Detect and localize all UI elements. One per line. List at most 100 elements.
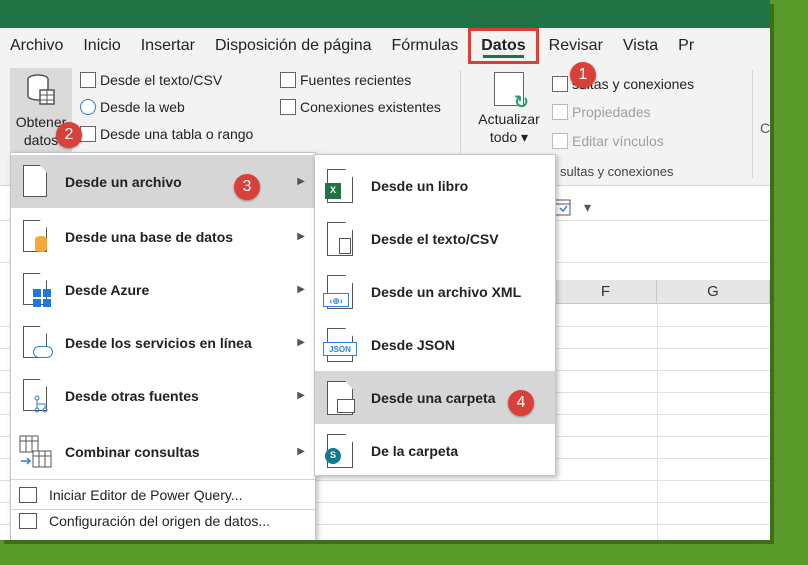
menu-from-azure[interactable]: Desde Azure ▶: [11, 263, 315, 316]
callout-badge-2: 2: [56, 122, 82, 148]
chevron-right-icon: ▶: [297, 176, 305, 187]
title-bar: [0, 0, 770, 28]
submenu-from-xml[interactable]: ‹⊕› Desde un archivo XML: [315, 265, 555, 318]
submenu-from-text-csv[interactable]: Desde el texto/CSV: [315, 212, 555, 265]
callout-badge-4: 4: [508, 390, 534, 416]
tab-datos[interactable]: Datos: [468, 28, 539, 64]
from-web-button[interactable]: Desde la web: [80, 99, 185, 115]
launch-pq-label: Iniciar Editor de Power Query...: [49, 487, 243, 503]
edit-links-label: Editar vínculos: [572, 133, 664, 149]
menu-from-database[interactable]: Desde una base de datos ▶: [11, 210, 315, 263]
existing-connections-button[interactable]: Conexiones existentes: [280, 99, 441, 115]
tab-disposicion[interactable]: Disposición de página: [205, 28, 382, 64]
menu-divider: [11, 509, 315, 510]
menu-from-online-services[interactable]: Desde los servicios en línea ▶: [11, 316, 315, 369]
power-query-icon: [19, 487, 37, 503]
menu-divider: [11, 479, 315, 480]
tab-archivo[interactable]: Archivo: [0, 28, 73, 64]
submenu-json-label: Desde JSON: [371, 336, 456, 353]
connections-icon: [280, 99, 296, 115]
submenu-xml-label: Desde un archivo XML: [371, 283, 522, 300]
lines-icon: [339, 238, 351, 254]
recent-sources-button[interactable]: Fuentes recientes: [280, 72, 411, 88]
ribbon-separator-2: [752, 70, 753, 178]
menu-from-other-sources[interactable]: Desde otras fuentes ▶: [11, 369, 315, 422]
from-text-csv-button[interactable]: Desde el texto/CSV: [80, 72, 222, 88]
combine-icon: [19, 435, 52, 468]
column-header-f[interactable]: F: [555, 280, 657, 304]
quick-access: ▾: [540, 194, 770, 220]
from-table-label: Desde una tabla o rango: [100, 126, 254, 142]
refresh-icon: [494, 72, 529, 111]
queries-icon: [552, 76, 568, 92]
excel-window: Archivo Inicio Insertar Disposición de p…: [0, 0, 770, 540]
menu-from-other-label: Desde otras fuentes: [65, 387, 199, 404]
json-icon: JSON: [323, 342, 357, 356]
menu-from-online-label: Desde los servicios en línea: [65, 334, 252, 351]
get-data-menu: Desde un archivo ▶ Desde una base de dat…: [10, 152, 316, 540]
tab-inicio[interactable]: Inicio: [73, 28, 130, 64]
existing-connections-label: Conexiones existentes: [300, 99, 441, 115]
tab-partial[interactable]: Pr: [668, 28, 704, 64]
text-file-icon: [80, 72, 96, 88]
submenu-workbook-label: Desde un libro: [371, 177, 469, 194]
from-text-csv-label: Desde el texto/CSV: [100, 72, 223, 88]
submenu-text-csv-label: Desde el texto/CSV: [371, 230, 499, 247]
submenu-from-sharepoint-folder[interactable]: S De la carpeta: [315, 424, 555, 477]
callout-badge-1: 1: [570, 62, 596, 88]
tab-formulas[interactable]: Fórmulas: [382, 28, 469, 64]
menu-from-azure-label: Desde Azure: [65, 281, 150, 298]
ribbon-tabs: Archivo Inicio Insertar Disposición de p…: [0, 28, 770, 64]
flow-icon: [34, 395, 48, 413]
edit-links-button[interactable]: Editar vínculos: [552, 133, 664, 149]
database-icon: [27, 74, 55, 105]
submenu-folder-label: Desde una carpeta: [371, 389, 496, 406]
launch-power-query-button[interactable]: Iniciar Editor de Power Query...: [11, 481, 315, 509]
from-web-label: Desde la web: [100, 99, 185, 115]
refresh-all-button[interactable]: Actualizar todo ▾: [470, 72, 548, 146]
xml-globe-icon: ‹⊕›: [323, 293, 349, 307]
chevron-right-icon: ▶: [297, 231, 305, 242]
from-file-submenu: X Desde un libro Desde el texto/CSV ‹⊕› …: [314, 154, 556, 476]
clock-doc-icon: [280, 72, 296, 88]
tab-revisar[interactable]: Revisar: [539, 28, 613, 64]
globe-icon: [80, 99, 96, 115]
menu-combine-queries[interactable]: Combinar consultas ▶: [11, 425, 315, 478]
column-header-g[interactable]: G: [657, 280, 770, 304]
tab-vista[interactable]: Vista: [613, 28, 668, 64]
submenu-from-json[interactable]: JSON Desde JSON: [315, 318, 555, 371]
dropdown-arrow-icon[interactable]: ▾: [584, 199, 591, 216]
refresh-label-2: todo ▾: [489, 129, 529, 145]
properties-label: Propiedades: [572, 104, 651, 120]
cloud-icon: [33, 346, 53, 358]
menu-from-database-label: Desde una base de datos: [65, 228, 234, 245]
windows-icon: [33, 289, 51, 307]
chevron-right-icon: ▶: [297, 337, 305, 348]
group-label-queries: sultas y conexiones: [560, 164, 674, 179]
tab-insertar[interactable]: Insertar: [131, 28, 205, 64]
grid-line: [657, 304, 658, 540]
callout-badge-3: 3: [234, 174, 260, 200]
chevron-right-icon: ▶: [297, 446, 305, 457]
submenu-from-workbook[interactable]: X Desde un libro: [315, 159, 555, 212]
menu-combine-label: Combinar consultas: [65, 443, 200, 460]
settings-doc-icon: [19, 513, 37, 529]
config-label: Configuración del origen de datos...: [49, 513, 271, 529]
chevron-right-icon: ▶: [297, 284, 305, 295]
chevron-right-icon: ▶: [297, 390, 305, 401]
menu-from-file[interactable]: Desde un archivo ▶: [11, 155, 315, 208]
folder-icon: [337, 399, 355, 413]
cylinder-icon: [35, 236, 47, 252]
submenu-sharepoint-label: De la carpeta: [371, 442, 459, 459]
data-source-settings-button[interactable]: Configuración del origen de datos...: [11, 511, 315, 533]
sharepoint-icon: S: [325, 448, 341, 464]
recent-sources-label: Fuentes recientes: [300, 72, 412, 88]
excel-icon: X: [325, 183, 341, 199]
from-table-button[interactable]: Desde una tabla o rango: [80, 126, 253, 142]
properties-icon: [552, 104, 568, 120]
properties-button[interactable]: Propiedades: [552, 104, 651, 120]
partial-ribbon-text: C: [760, 120, 770, 136]
menu-from-file-label: Desde un archivo: [65, 173, 182, 190]
links-icon: [552, 133, 568, 149]
file-icon: [23, 165, 47, 197]
